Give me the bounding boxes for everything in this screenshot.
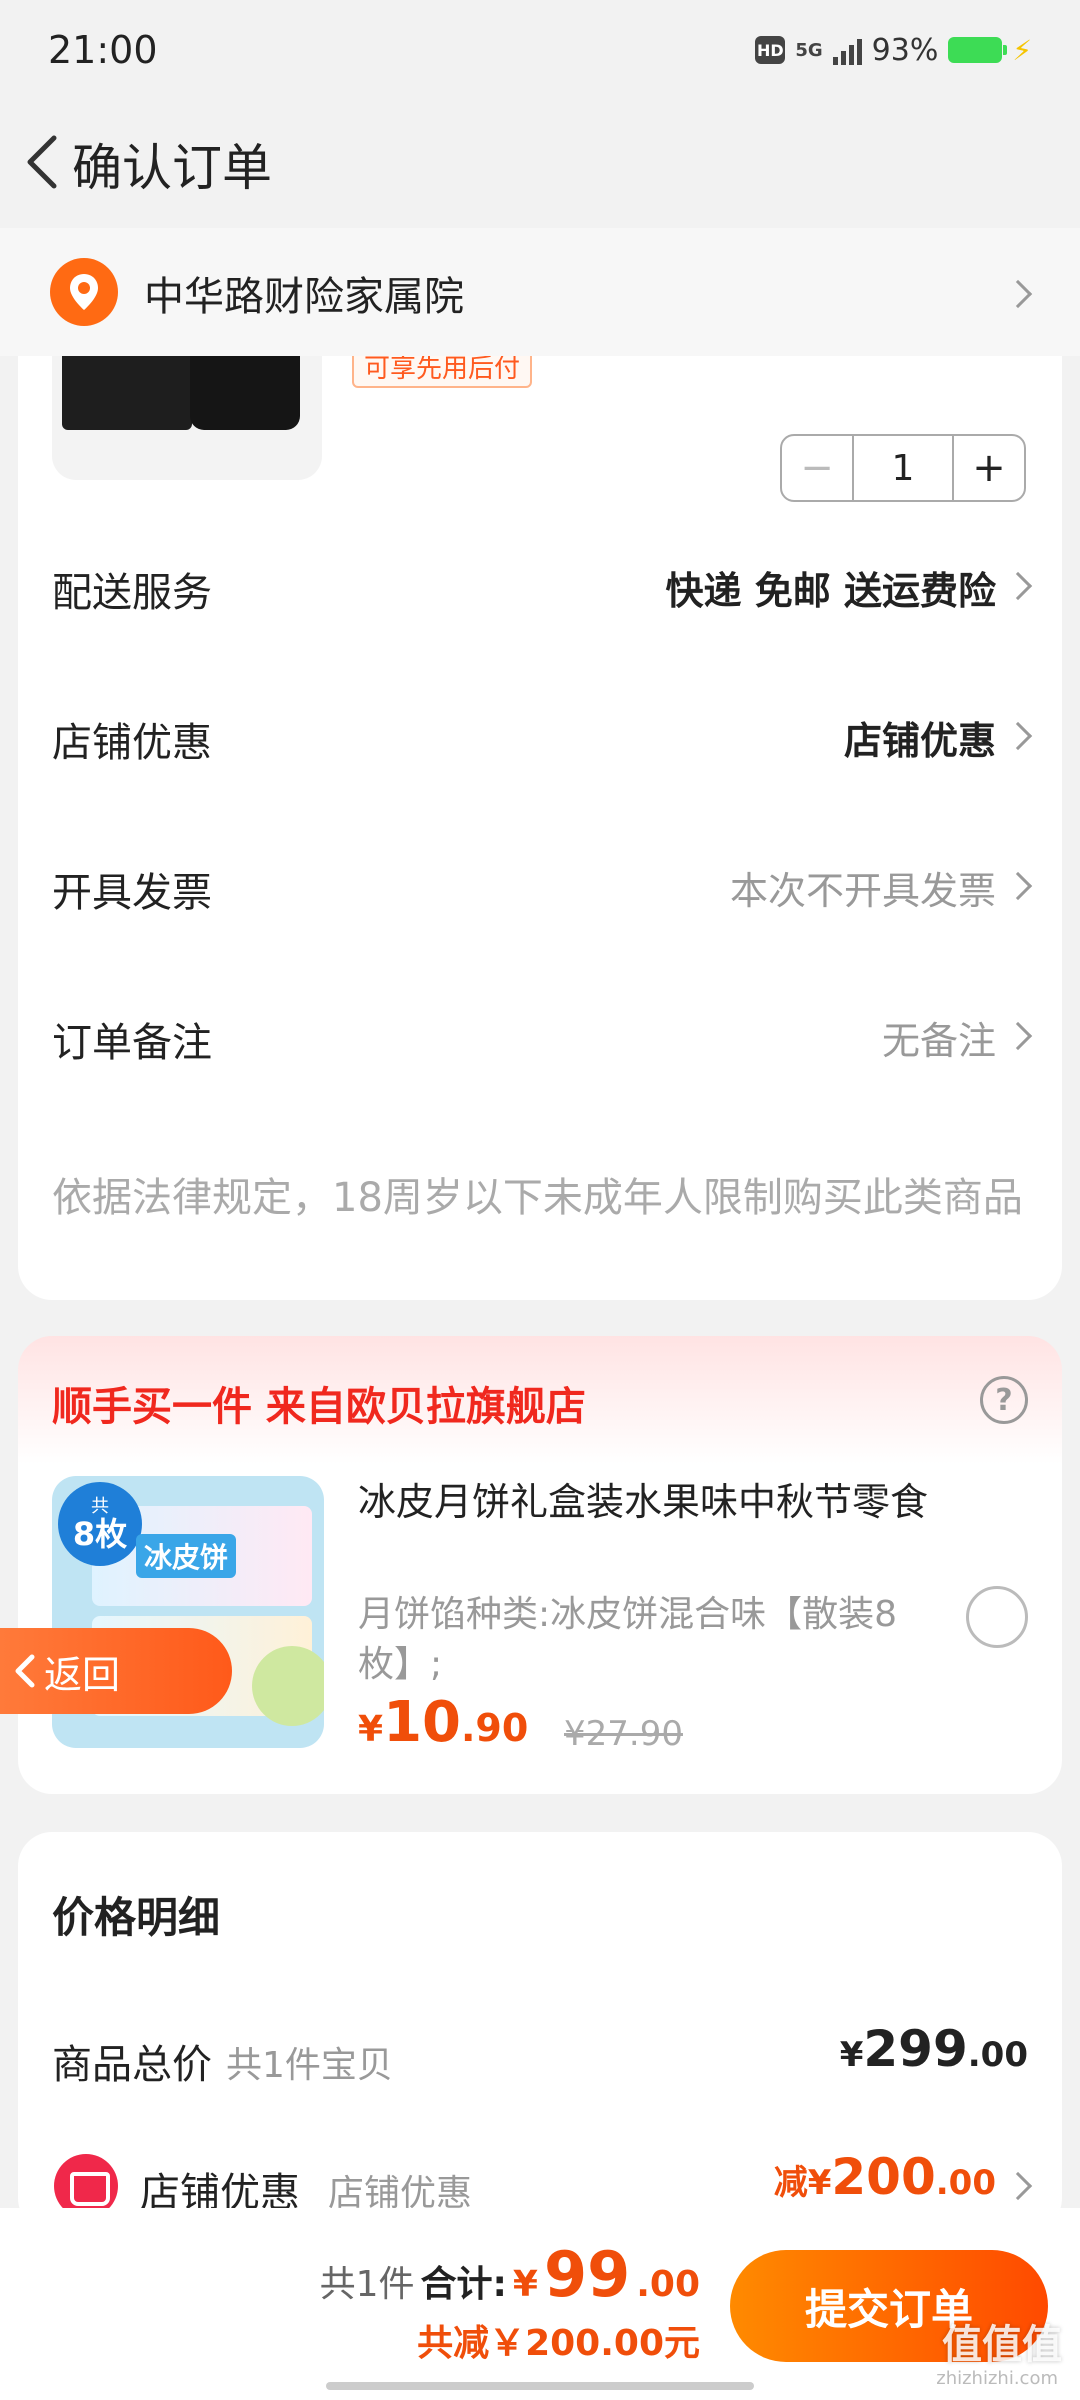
chevron-right-icon bbox=[1003, 279, 1033, 309]
status-time: 21:00 bbox=[48, 28, 158, 72]
discount-amount: 减¥200.00 bbox=[774, 2148, 996, 2206]
invoice-row[interactable]: 开具发票 本次不开具发票 bbox=[18, 834, 1062, 934]
package-label: 冰皮饼 bbox=[136, 1534, 237, 1578]
status-icons: HD 5G 93% ⚡ bbox=[755, 30, 1032, 70]
quantity-value[interactable]: 1 bbox=[854, 436, 952, 500]
bottom-checkout-bar: 共1件 合计: ¥99.00 共减￥200.00元 提交订单 bbox=[0, 2208, 1080, 2400]
chevron-right-icon bbox=[1003, 721, 1033, 751]
invoice-label: 开具发票 bbox=[52, 870, 212, 916]
addon-product-name[interactable]: 冰皮月饼礼盒装水果味中秋节零食 bbox=[358, 1476, 958, 1528]
currency-symbol: ¥ bbox=[358, 1709, 384, 1750]
order-card: 可享先用后付 − 1 + 配送服务 快递 免邮 送运费险 店铺优惠 店铺优惠 开… bbox=[18, 300, 1062, 1300]
battery-icon bbox=[948, 37, 1008, 63]
back-arrow-icon[interactable] bbox=[12, 122, 72, 202]
price-decimal: .00 bbox=[967, 2035, 1028, 2075]
count-badge-main: 8枚 bbox=[72, 1515, 128, 1553]
discount-prefix: 减 bbox=[773, 2163, 808, 2203]
total-price-amount: ¥299.00 bbox=[840, 2020, 1028, 2078]
page-title: 确认订单 bbox=[72, 139, 272, 197]
legal-notice: 依据法律规定，18周岁以下未成年人限制购买此类商品 bbox=[52, 1175, 1023, 1221]
price-detail-title: 价格明细 bbox=[52, 1893, 221, 1942]
order-note-value: 无备注 bbox=[881, 1019, 996, 1063]
chevron-right-icon bbox=[1003, 2171, 1033, 2201]
status-bar: 21:00 HD 5G 93% ⚡ bbox=[0, 0, 1080, 100]
shop-discount-label: 店铺优惠 bbox=[52, 720, 212, 766]
count-badge-top: 共 bbox=[91, 1496, 109, 1517]
battery-percent: 93% bbox=[871, 32, 939, 68]
help-icon[interactable]: ? bbox=[980, 1376, 1028, 1424]
addon-card: 顺手买一件 来自欧贝拉旗舰店 ? 共 8枚 冰皮饼 冰皮月饼礼盒装水果味中秋节零… bbox=[18, 1336, 1062, 1794]
nav-bar: 确认订单 bbox=[0, 100, 1080, 228]
home-indicator[interactable] bbox=[326, 2382, 754, 2390]
float-back-label: 返回 bbox=[44, 1652, 121, 1697]
item-count: 共1件 bbox=[319, 2264, 415, 2305]
address-text: 中华路财险家属院 bbox=[144, 274, 464, 320]
watermark-logo: 值值值 bbox=[942, 2322, 1062, 2368]
quantity-stepper: − 1 + bbox=[780, 434, 1026, 502]
order-confirm-page: 21:00 HD 5G 93% ⚡ 确认订单 可享先用后付 − 1 + 配送服务… bbox=[0, 0, 1080, 2400]
invoice-value: 本次不开具发票 bbox=[729, 869, 996, 913]
addon-select-radio[interactable] bbox=[966, 1586, 1028, 1648]
fruit-image bbox=[252, 1646, 324, 1726]
saved-amount: 共减￥200.00元 bbox=[417, 2323, 700, 2364]
currency-symbol: ¥ bbox=[807, 2163, 832, 2203]
price-detail-card: 价格明细 商品总价 共1件宝贝 ¥299.00 店铺优惠 店铺优惠 减¥200.… bbox=[18, 1832, 1062, 2232]
hd-icon: HD bbox=[755, 36, 786, 64]
price-decimal: .00 bbox=[935, 2163, 996, 2203]
price-integer: 10 bbox=[383, 1690, 461, 1755]
shop-discount-row[interactable]: 店铺优惠 店铺优惠 bbox=[18, 684, 1062, 784]
sum-decimal: .00 bbox=[636, 2264, 700, 2305]
currency-symbol: ¥ bbox=[839, 2035, 864, 2075]
sum-integer: 99 bbox=[543, 2238, 631, 2311]
shop-discount-value: 店铺优惠 bbox=[843, 719, 996, 763]
chevron-left-icon bbox=[15, 1654, 35, 1688]
price-integer: 200 bbox=[831, 2148, 936, 2206]
price-integer: 299 bbox=[863, 2020, 968, 2078]
count-badge: 共 8枚 bbox=[58, 1482, 142, 1566]
charging-icon: ⚡ bbox=[1012, 33, 1032, 67]
increase-button[interactable]: + bbox=[952, 436, 1024, 500]
order-note-row[interactable]: 订单备注 无备注 bbox=[18, 984, 1062, 1084]
order-note-label: 订单备注 bbox=[52, 1020, 212, 1066]
watermark-site: zhizhizhi.com bbox=[936, 2368, 1058, 2389]
address-bar[interactable]: 中华路财险家属院 bbox=[0, 228, 1080, 356]
chevron-right-icon bbox=[1003, 1021, 1033, 1051]
delivery-label: 配送服务 bbox=[52, 570, 212, 616]
network-type: 5G bbox=[795, 39, 823, 61]
currency-symbol: ¥ bbox=[512, 2264, 538, 2305]
decrease-button[interactable]: − bbox=[782, 436, 854, 500]
addon-original-price: ¥27.90 bbox=[564, 1714, 683, 1754]
chevron-right-icon bbox=[1003, 571, 1033, 601]
total-price-label: 商品总价 bbox=[52, 2042, 212, 2088]
location-pin-icon bbox=[50, 258, 118, 326]
sum-label: 合计: bbox=[420, 2264, 507, 2305]
delivery-row[interactable]: 配送服务 快递 免邮 送运费险 bbox=[18, 534, 1062, 634]
addon-product-spec: 月饼馅种类:冰皮饼混合味【散装8枚】; bbox=[358, 1594, 898, 1685]
total-item-count: 共1件宝贝 bbox=[226, 2045, 393, 2086]
addon-price: ¥10.90 bbox=[358, 1690, 528, 1755]
signal-icon bbox=[832, 35, 862, 65]
chevron-right-icon bbox=[1003, 871, 1033, 901]
totals-line: 共1件 合计: ¥99.00 bbox=[320, 2238, 700, 2311]
float-back-button[interactable]: 返回 bbox=[0, 1628, 232, 1714]
total-price-row: 商品总价 共1件宝贝 ¥299.00 bbox=[18, 2010, 1062, 2100]
addon-title: 顺手买一件 来自欧贝拉旗舰店 bbox=[52, 1384, 586, 1430]
delivery-value: 快递 免邮 送运费险 bbox=[665, 569, 996, 613]
price-decimal: .90 bbox=[461, 1706, 529, 1750]
